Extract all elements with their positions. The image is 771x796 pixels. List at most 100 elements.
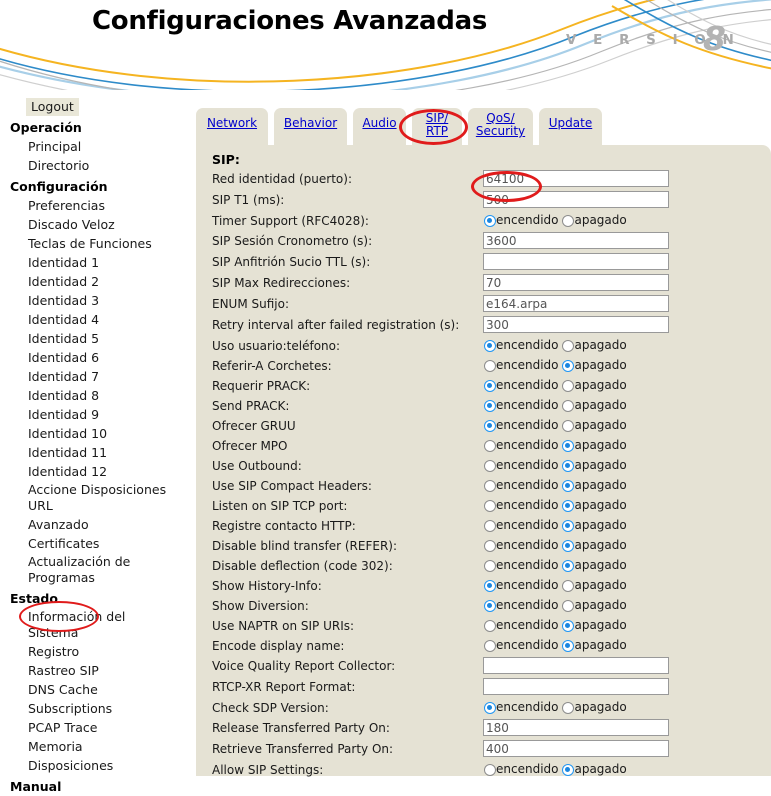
sidebar-item-identidad-3[interactable]: Identidad 3 [0,291,176,310]
radio-button-off-icon[interactable] [562,520,575,532]
input-enum-sufijo[interactable] [483,295,669,312]
radio-option-off[interactable]: apagado [562,378,627,393]
radio-button-on-icon[interactable] [484,460,496,472]
radio-option-off[interactable]: apagado [562,538,627,553]
sidebar-item-logout[interactable]: Logout [26,98,79,116]
radio-option-off[interactable]: apagado [562,213,627,228]
sidebar-item-identidad-7[interactable]: Identidad 7 [0,367,176,386]
radio-option-on[interactable]: encendido [484,338,558,353]
radio-button-on-icon[interactable] [484,420,496,432]
radio-option-off[interactable]: apagado [562,700,627,715]
input-sip-max-redirecciones[interactable] [483,274,669,291]
radio-option-on[interactable]: encendido [484,518,558,533]
radio-option-off[interactable]: apagado [562,358,627,373]
sidebar-item-identidad-1[interactable]: Identidad 1 [0,253,176,272]
radio-button-on-icon[interactable] [484,620,496,632]
sidebar-item-certificates[interactable]: Certificates [0,534,176,553]
sidebar-item-discado-veloz[interactable]: Discado Veloz [0,215,176,234]
sidebar-item-identidad-2[interactable]: Identidad 2 [0,272,176,291]
radio-button-on-icon[interactable] [484,580,496,592]
radio-button-off-icon[interactable] [562,500,575,512]
radio-option-off[interactable]: apagado [562,438,627,453]
input-release-transferred-party-on[interactable] [483,719,669,736]
radio-button-on-icon[interactable] [484,360,496,372]
radio-button-on-icon[interactable] [484,440,496,452]
input-retrieve-transferred-party-on[interactable] [483,740,669,757]
radio-option-off[interactable]: apagado [562,558,627,573]
radio-option-on[interactable]: encendido [484,598,558,613]
radio-button-off-icon[interactable] [562,540,575,552]
input-red-identidad-puerto[interactable] [483,170,669,187]
sidebar-item-principal[interactable]: Principal [0,137,176,156]
input-sip-sesion-cronometro-s[interactable] [483,232,669,249]
radio-button-off-icon[interactable] [562,460,575,472]
radio-button-on-icon[interactable] [484,400,496,412]
sidebar-item-directorio[interactable]: Directorio [0,156,176,175]
radio-option-on[interactable]: encendido [484,618,558,633]
radio-option-off[interactable]: apagado [562,458,627,473]
sidebar-item-dns-cache[interactable]: DNS Cache [0,680,176,699]
radio-option-on[interactable]: encendido [484,478,558,493]
radio-button-on-icon[interactable] [484,560,496,572]
radio-button-on-icon[interactable] [484,480,496,492]
tab-update[interactable]: Update [539,108,602,145]
radio-option-on[interactable]: encendido [484,762,558,777]
radio-button-off-icon[interactable] [562,420,575,432]
radio-option-on[interactable]: encendido [484,498,558,513]
radio-button-off-icon[interactable] [562,380,575,392]
tab-behavior[interactable]: Behavior [274,108,347,145]
radio-button-off-icon[interactable] [562,702,575,714]
sidebar-item-identidad-6[interactable]: Identidad 6 [0,348,176,367]
radio-button-on-icon[interactable] [484,640,496,652]
radio-option-on[interactable]: encendido [484,538,558,553]
radio-option-off[interactable]: apagado [562,578,627,593]
radio-option-on[interactable]: encendido [484,378,558,393]
radio-button-off-icon[interactable] [562,560,575,572]
input-sip-anfitrion-sucio-ttl-s[interactable] [483,253,669,270]
radio-button-off-icon[interactable] [562,480,575,492]
sidebar-item-memoria[interactable]: Memoria [0,737,176,756]
radio-option-off[interactable]: apagado [562,618,627,633]
radio-button-off-icon[interactable] [562,600,575,612]
sidebar-item-subscriptions[interactable]: Subscriptions [0,699,176,718]
radio-option-off[interactable]: apagado [562,418,627,433]
radio-option-off[interactable]: apagado [562,598,627,613]
radio-button-off-icon[interactable] [562,764,575,776]
radio-option-off[interactable]: apagado [562,638,627,653]
radio-button-on-icon[interactable] [484,702,496,714]
radio-button-off-icon[interactable] [562,215,575,227]
radio-option-off[interactable]: apagado [562,338,627,353]
input-retry-interval-after-failed-registration-s[interactable] [483,316,669,333]
sidebar-item-preferencias[interactable]: Preferencias [0,196,176,215]
radio-option-on[interactable]: encendido [484,578,558,593]
radio-option-on[interactable]: encendido [484,700,558,715]
radio-option-off[interactable]: apagado [562,518,627,533]
input-sip-t1-ms[interactable] [483,191,669,208]
radio-button-off-icon[interactable] [562,400,575,412]
sidebar-item-registro[interactable]: Registro [0,642,176,661]
sidebar-item-rastreo-sip[interactable]: Rastreo SIP [0,661,176,680]
radio-button-off-icon[interactable] [562,360,575,372]
radio-option-on[interactable]: encendido [484,418,558,433]
radio-option-on[interactable]: encendido [484,558,558,573]
sidebar-item-pcap-trace[interactable]: PCAP Trace [0,718,176,737]
sidebar-item-informacion-del-sistema[interactable]: Información del Sistema [0,608,176,642]
tab-sip-rtp[interactable]: SIP/RTP [412,108,462,145]
sidebar-item-teclas-de-funciones[interactable]: Teclas de Funciones [0,234,176,253]
radio-button-on-icon[interactable] [484,380,496,392]
radio-button-on-icon[interactable] [484,600,496,612]
radio-button-on-icon[interactable] [484,215,496,227]
radio-button-off-icon[interactable] [562,440,575,452]
tab-network[interactable]: Network [196,108,268,145]
radio-option-on[interactable]: encendido [484,638,558,653]
tab-audio[interactable]: Audio [353,108,406,145]
radio-button-off-icon[interactable] [562,620,575,632]
radio-button-on-icon[interactable] [484,500,496,512]
radio-option-on[interactable]: encendido [484,358,558,373]
radio-option-off[interactable]: apagado [562,478,627,493]
sidebar-item-identidad-5[interactable]: Identidad 5 [0,329,176,348]
radio-button-on-icon[interactable] [484,520,496,532]
sidebar-item-identidad-9[interactable]: Identidad 9 [0,405,176,424]
sidebar-item-disposiciones[interactable]: Disposiciones [0,756,176,775]
sidebar-item-accione-disposiciones-url[interactable]: Accione Disposiciones URL [0,481,176,515]
